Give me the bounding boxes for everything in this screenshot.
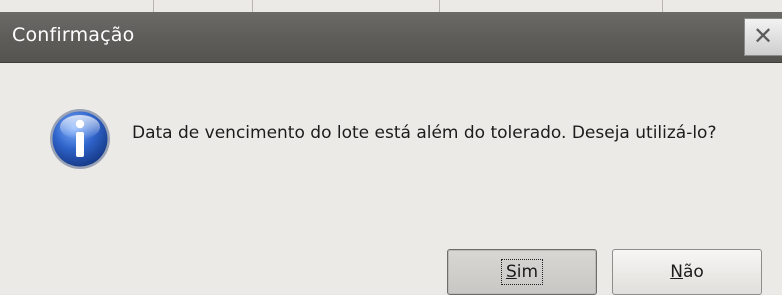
strip-divider [252,0,253,12]
strip-divider [153,0,154,12]
dialog-titlebar[interactable]: Confirmação ✕ [0,12,782,63]
yes-button[interactable]: Sim [447,249,597,295]
focus-rectangle: Sim [500,259,544,285]
dialog-title: Confirmação [12,24,135,46]
confirmation-dialog: Confirmação ✕ Data de vencimento do lote… [0,12,782,295]
close-button[interactable]: ✕ [744,18,782,56]
yes-button-label: im [516,262,539,282]
strip-divider [439,0,440,12]
information-icon [50,109,110,169]
yes-button-mnemonic: S [505,262,517,282]
strip-divider [662,0,663,12]
background-window-strip [0,0,782,12]
no-button[interactable]: Não [612,249,762,295]
no-button-label: ão [682,262,704,282]
close-icon: ✕ [753,22,774,50]
dialog-message: Data de vencimento do lote está além do … [132,123,717,143]
no-button-mnemonic: N [670,262,683,282]
